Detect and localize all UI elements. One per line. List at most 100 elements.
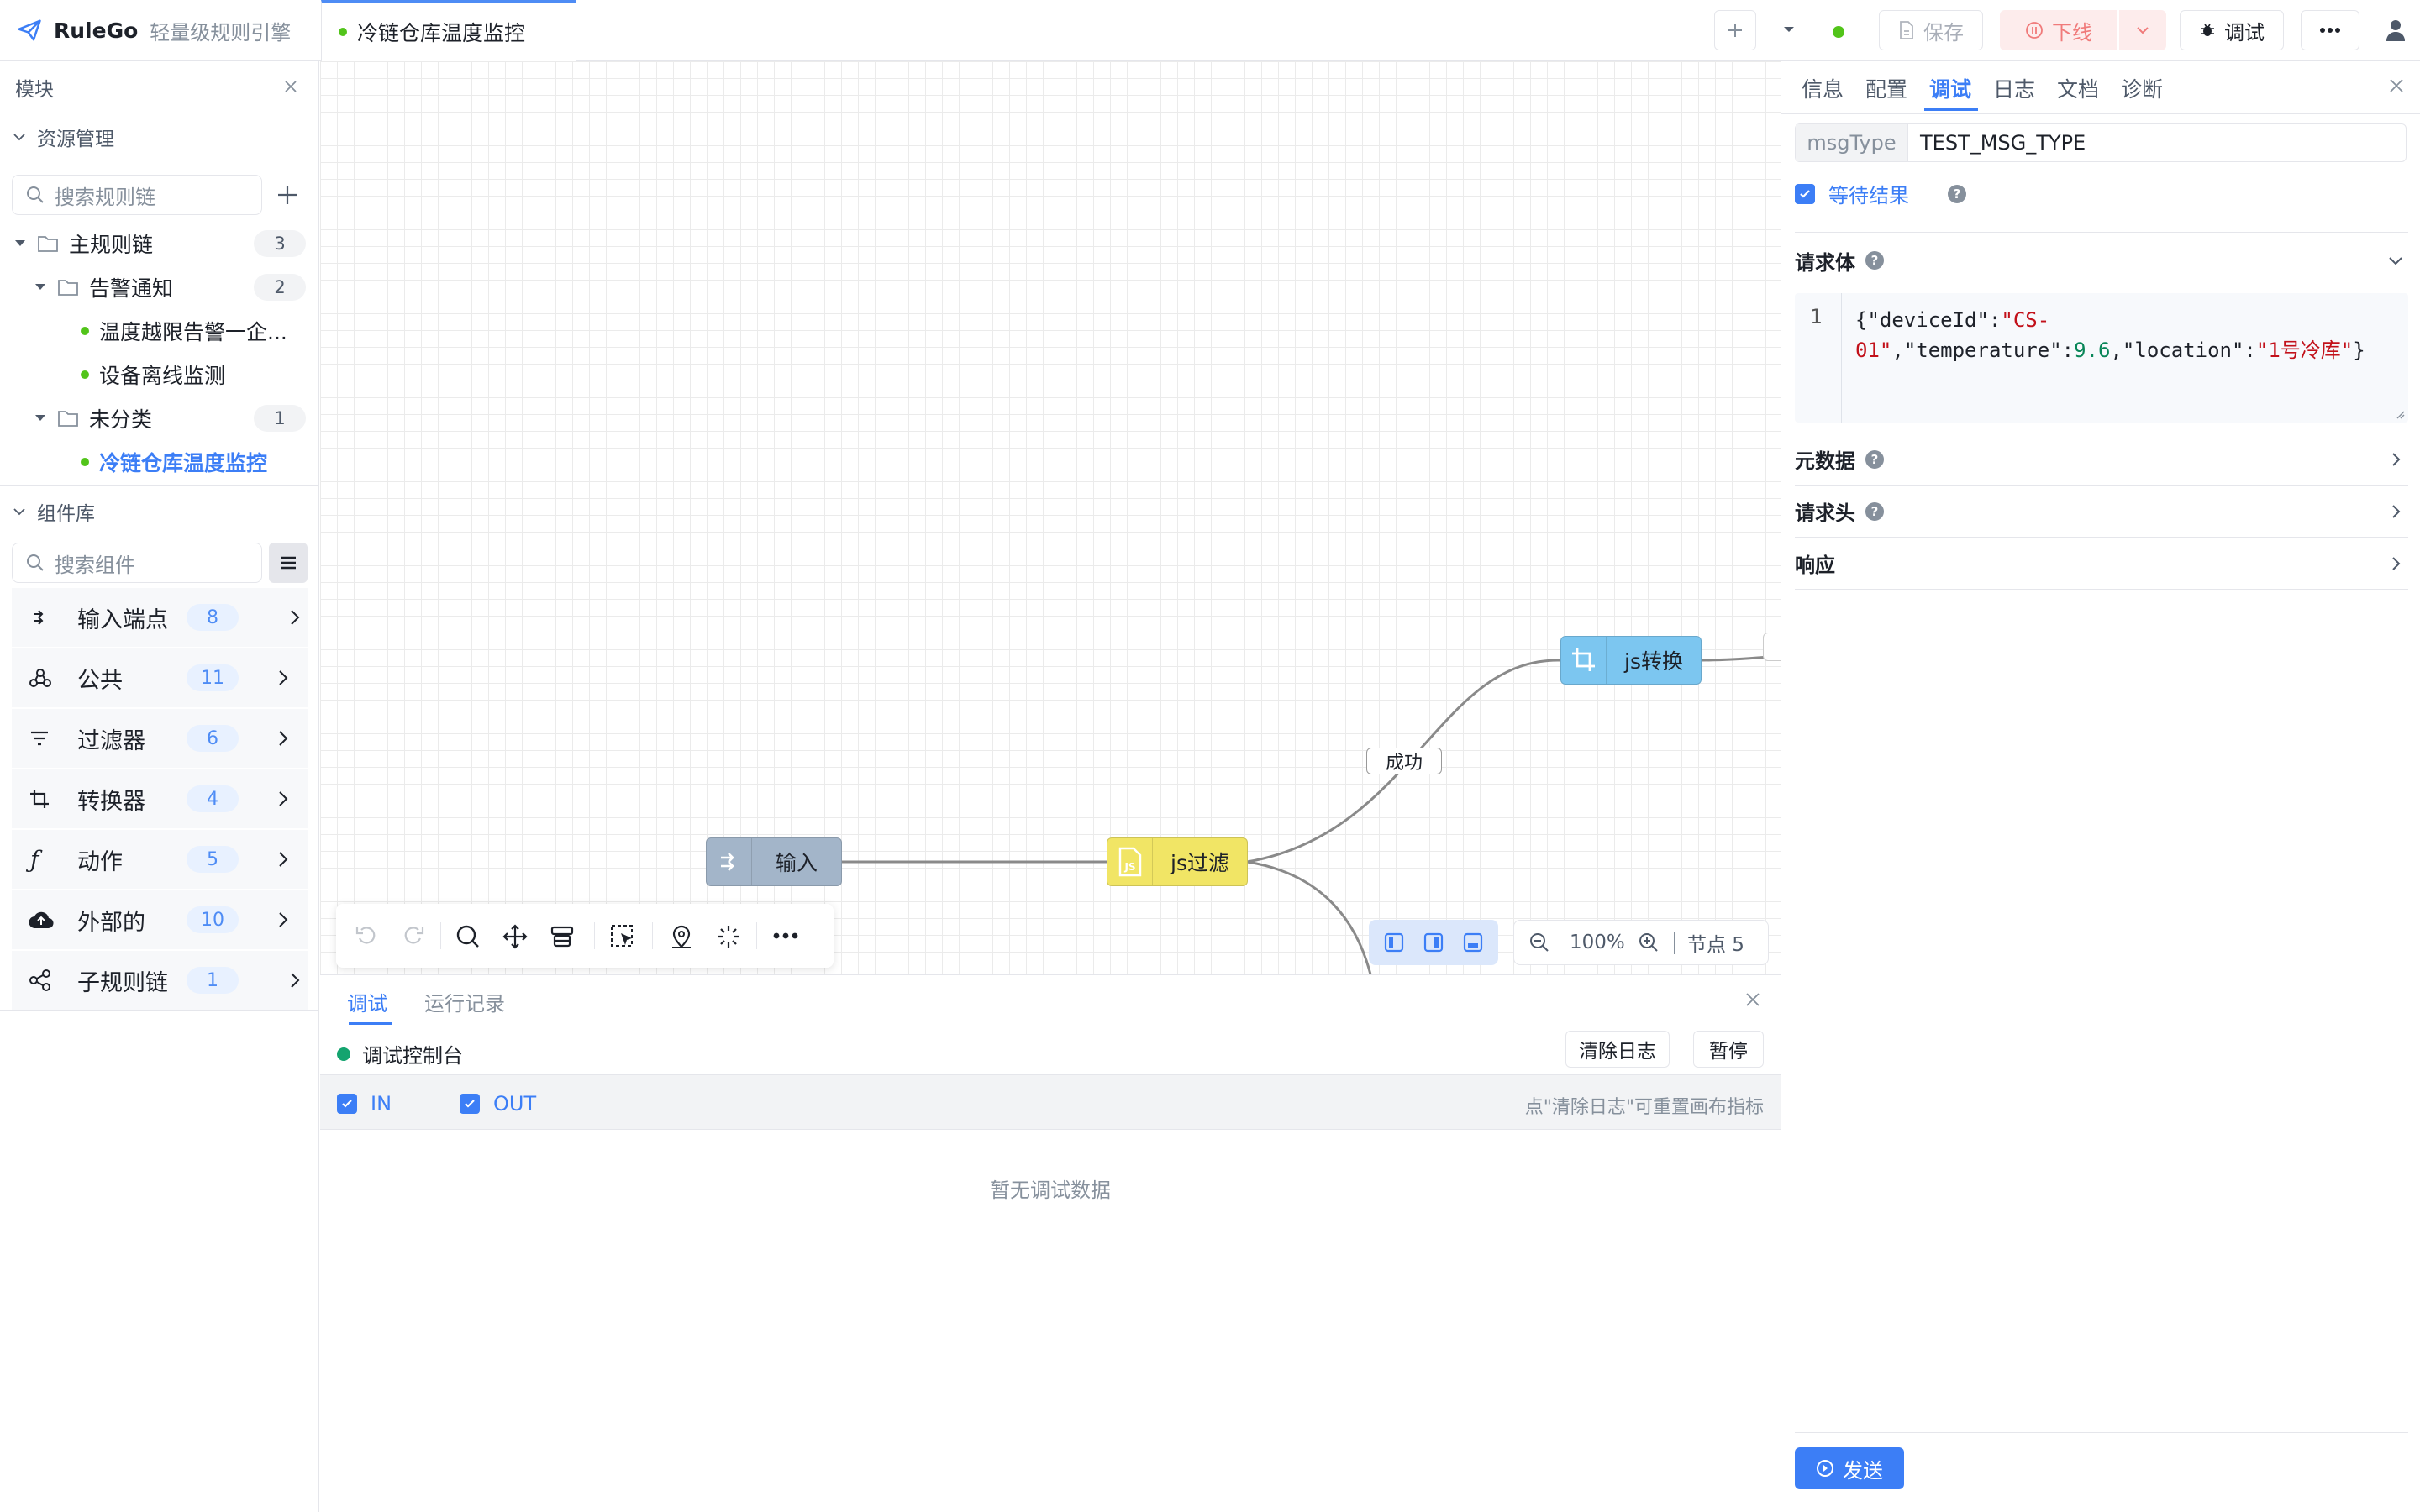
resize-handle-icon[interactable]: [2395, 409, 2405, 419]
code-number: 9.6: [2074, 339, 2111, 362]
right-panel-icon[interactable]: [1423, 932, 1444, 953]
left-panel-icon[interactable]: [1383, 932, 1405, 953]
resources-section-header[interactable]: 资源管理: [0, 113, 319, 160]
help-icon[interactable]: ?: [1865, 501, 1884, 521]
request-body-header[interactable]: 请求体 ?: [1795, 234, 2408, 286]
tab-log[interactable]: 日志: [1993, 73, 2035, 103]
close-icon[interactable]: [282, 78, 299, 95]
zoom-out-icon[interactable]: [1529, 932, 1549, 953]
debug-label: 调试: [2224, 20, 2265, 45]
help-icon[interactable]: ?: [1948, 184, 1966, 203]
tab-diagnose[interactable]: 诊断: [2121, 73, 2163, 103]
msgtype-input[interactable]: TEST_MSG_TYPE: [1908, 124, 2406, 161]
headers-section[interactable]: 请求头 ?: [1795, 486, 2408, 538]
more-icon[interactable]: [773, 932, 798, 939]
edge-label-success[interactable]: 成功: [1366, 748, 1442, 774]
redo-icon[interactable]: [402, 924, 425, 948]
caret-down-icon: [1781, 22, 1797, 37]
search-icon[interactable]: [455, 924, 481, 949]
move-icon[interactable]: [502, 924, 528, 949]
code-key: "location": [2122, 339, 2244, 362]
module-panel-header: 模块: [0, 61, 319, 113]
add-tab-button[interactable]: [1714, 10, 1756, 50]
app-logo[interactable]: RuleGo 轻量级规则引擎: [17, 12, 291, 49]
request-body-editor[interactable]: 1 {"deviceId":"CS- 01","temperature":9.6…: [1795, 293, 2408, 423]
tree-folder-uncategorized[interactable]: 未分类 1: [0, 396, 319, 440]
plus-icon: [1725, 20, 1745, 40]
offline-dropdown-button[interactable]: [2119, 10, 2166, 50]
user-button[interactable]: [2385, 18, 2407, 45]
save-button[interactable]: 保存: [1879, 10, 1983, 50]
component-group-input[interactable]: 输入端点 8: [12, 588, 308, 647]
select-icon[interactable]: [610, 924, 635, 949]
component-group-transform[interactable]: 转换器 4: [12, 769, 308, 828]
component-group-subchain[interactable]: 子规则链 1: [12, 951, 308, 1010]
help-icon[interactable]: ?: [1865, 251, 1884, 270]
function-icon: ƒ: [30, 845, 39, 874]
code-key: "deviceId": [1867, 308, 1989, 332]
undo-icon[interactable]: [355, 924, 378, 948]
component-group-external[interactable]: 外部的 10: [12, 890, 308, 949]
close-icon[interactable]: [1744, 990, 1762, 1009]
filter-out-checkbox[interactable]: OUT: [460, 1092, 536, 1116]
chevron-right-icon: [287, 608, 302, 627]
component-view-toggle[interactable]: [269, 543, 308, 583]
search-component-input[interactable]: 搜索组件: [12, 543, 262, 583]
search-chain-input[interactable]: 搜索规则链: [12, 175, 262, 215]
tree-item-temp-alert[interactable]: 温度越限告警一企...: [0, 309, 319, 353]
loading-icon[interactable]: [716, 924, 741, 949]
tab-rule-chain[interactable]: 冷链仓库温度监控: [321, 0, 576, 61]
code-punct: ,: [1891, 339, 1904, 362]
zoom-in-icon[interactable]: [1639, 932, 1659, 953]
wait-result-checkbox[interactable]: 等待结果 ?: [1795, 179, 1966, 208]
bottom-panel-icon[interactable]: [1462, 932, 1484, 953]
transform-icon: [1561, 637, 1607, 684]
clear-log-button[interactable]: 清除日志: [1565, 1031, 1670, 1068]
node-js-filter[interactable]: JS js过滤: [1107, 837, 1248, 886]
more-icon: [2319, 27, 2341, 34]
node-label: js转换: [1624, 649, 1683, 674]
chevron-right-icon: [276, 850, 291, 869]
close-icon[interactable]: [2387, 76, 2406, 95]
code-brace: {: [1855, 308, 1868, 332]
component-count: 6: [187, 725, 239, 752]
response-section[interactable]: 响应: [1795, 538, 2408, 590]
send-button[interactable]: 发送: [1795, 1447, 1904, 1489]
tab-debug[interactable]: 调试: [1929, 73, 1971, 103]
component-group-action[interactable]: ƒ 动作 5: [12, 830, 308, 889]
metadata-title: 元数据: [1795, 449, 1855, 473]
metadata-section[interactable]: 元数据 ?: [1795, 433, 2408, 486]
debug-button[interactable]: 调试: [2180, 10, 2284, 50]
node-label: js过滤: [1171, 851, 1229, 875]
tab-debug[interactable]: 调试: [347, 987, 387, 1016]
layout-icon[interactable]: [550, 924, 575, 949]
component-group-common[interactable]: 公共 11: [12, 648, 308, 707]
tree-folder-alerts[interactable]: 告警通知 2: [0, 265, 319, 309]
tab-config[interactable]: 配置: [1865, 73, 1907, 103]
tree-item-cold-chain[interactable]: 冷链仓库温度监控: [0, 440, 319, 484]
chevron-down-icon: [2386, 251, 2405, 270]
component-count: 1: [187, 967, 239, 994]
tree-folder-main[interactable]: 主规则链 3: [0, 222, 319, 265]
tree-item-offline-monitor[interactable]: 设备离线监测: [0, 353, 319, 396]
add-chain-button[interactable]: [276, 183, 299, 207]
folder-icon: [57, 409, 79, 428]
component-group-filter[interactable]: 过滤器 6: [12, 709, 308, 768]
node-input[interactable]: 输入: [706, 837, 842, 886]
panel-title: 模块: [15, 78, 54, 101]
node-js-transform[interactable]: js转换: [1560, 636, 1702, 685]
msgtype-field[interactable]: msgType TEST_MSG_TYPE: [1795, 123, 2407, 162]
components-section-header[interactable]: 组件库: [0, 488, 319, 535]
locate-icon[interactable]: [669, 924, 694, 949]
tab-info[interactable]: 信息: [1802, 73, 1844, 103]
node-partial[interactable]: [1763, 633, 1781, 661]
offline-button[interactable]: 下线: [2000, 10, 2118, 50]
flow-canvas[interactable]: 成功 输入 JS js过滤 js转换 100% 节点 5: [320, 61, 1781, 974]
help-icon[interactable]: ?: [1865, 449, 1884, 469]
tab-run-history[interactable]: 运行记录: [424, 987, 505, 1016]
pause-button[interactable]: 暂停: [1693, 1031, 1764, 1068]
tab-docs[interactable]: 文档: [2057, 73, 2099, 103]
more-button[interactable]: [2301, 10, 2360, 50]
filter-in-checkbox[interactable]: IN: [337, 1092, 392, 1116]
tab-dropdown-button[interactable]: [1781, 22, 1797, 40]
